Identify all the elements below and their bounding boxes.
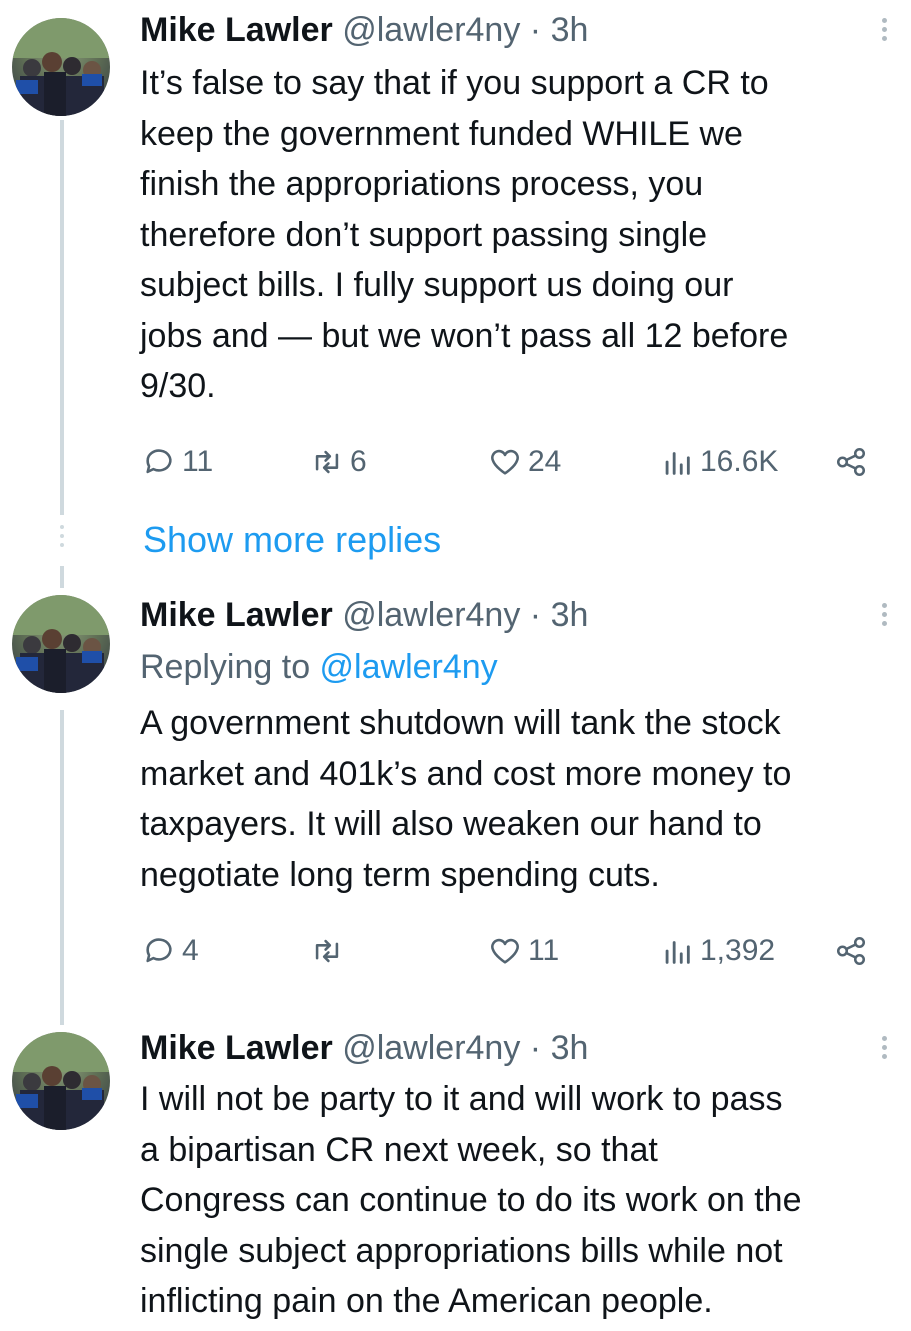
reply-button[interactable]: 4 [142,931,199,971]
views-button[interactable]: 16.6K [660,442,778,482]
share-button[interactable] [834,442,868,482]
reply-icon [146,938,172,963]
tweet-text: I will not be party to it and will work … [140,1080,802,1320]
share-button[interactable] [834,931,868,971]
tweet[interactable]: Mike Lawler @lawler4ny · 3h I will not b… [0,1020,911,1331]
view-count: 16.6K [700,445,779,478]
campaign-sign [82,651,102,663]
retweet-button[interactable] [310,931,350,971]
author-name[interactable]: Mike Lawler [140,1029,333,1067]
retweet-icon [315,450,339,474]
reply-count: 4 [182,934,199,967]
author-handle[interactable]: @lawler4ny [342,11,520,49]
tweet-text: It’s false to say that if you support a … [140,64,789,405]
like-button[interactable]: 11 [488,931,559,971]
avatar-photo [12,595,110,693]
tweet[interactable]: Mike Lawler @lawler4ny · 3h It’s false t… [0,0,911,500]
like-count: 11 [528,934,560,967]
views-icon [665,941,690,964]
author-handle[interactable]: @lawler4ny [342,596,520,634]
campaign-sign [82,74,102,86]
tweet-header: Mike Lawler @lawler4ny · 3h [140,1028,588,1068]
like-icon [491,449,519,475]
avatar[interactable] [12,595,110,693]
tweet-time[interactable]: · 3h [530,11,589,49]
tweet-actions: 4 11 1,392 [140,931,880,971]
tweet-actions: 11 6 24 16.6K [140,442,880,482]
campaign-sign [82,1088,102,1100]
like-count: 24 [528,445,562,478]
share-icon [836,936,866,966]
author-name[interactable]: Mike Lawler [140,11,333,49]
avatar[interactable] [12,18,110,116]
author-handle[interactable]: @lawler4ny [342,1029,520,1067]
avatar[interactable] [12,1032,110,1130]
replying-mention-link[interactable]: @lawler4ny [320,648,498,686]
tweet[interactable]: Mike Lawler @lawler4ny · 3h Replying to … [0,585,911,1005]
tweet-time[interactable]: · 3h [530,596,589,634]
replying-to: Replying to @lawler4ny [140,647,498,687]
campaign-sign [16,80,38,94]
like-button[interactable]: 24 [488,442,561,482]
tweet-time[interactable]: · 3h [530,1029,589,1067]
tweet-text: A government shutdown will tank the stoc… [140,704,792,894]
more-options-icon[interactable] [876,599,892,635]
reply-icon [146,449,172,474]
view-count: 1,392 [700,934,776,967]
show-more-replies-link[interactable]: Show more replies [143,518,441,562]
reply-count: 11 [182,445,214,478]
reply-button[interactable]: 11 [142,442,213,482]
thread-dots [55,520,69,556]
campaign-sign [16,657,38,671]
more-options-icon[interactable] [876,14,892,50]
replying-prefix: Replying to [140,648,320,686]
retweet-count: 6 [350,445,367,478]
tweet-header: Mike Lawler @lawler4ny · 3h [140,10,588,50]
retweet-button[interactable]: 6 [310,442,367,482]
views-button[interactable]: 1,392 [660,931,775,971]
more-options-icon[interactable] [876,1032,892,1068]
campaign-sign [16,1094,38,1108]
views-icon [665,452,690,475]
like-icon [491,938,519,964]
retweet-icon [315,939,339,963]
share-icon [836,447,866,477]
avatar-photo [12,18,110,116]
author-name[interactable]: Mike Lawler [140,596,333,634]
tweet-header: Mike Lawler @lawler4ny · 3h [140,595,588,635]
avatar-photo [12,1032,110,1130]
